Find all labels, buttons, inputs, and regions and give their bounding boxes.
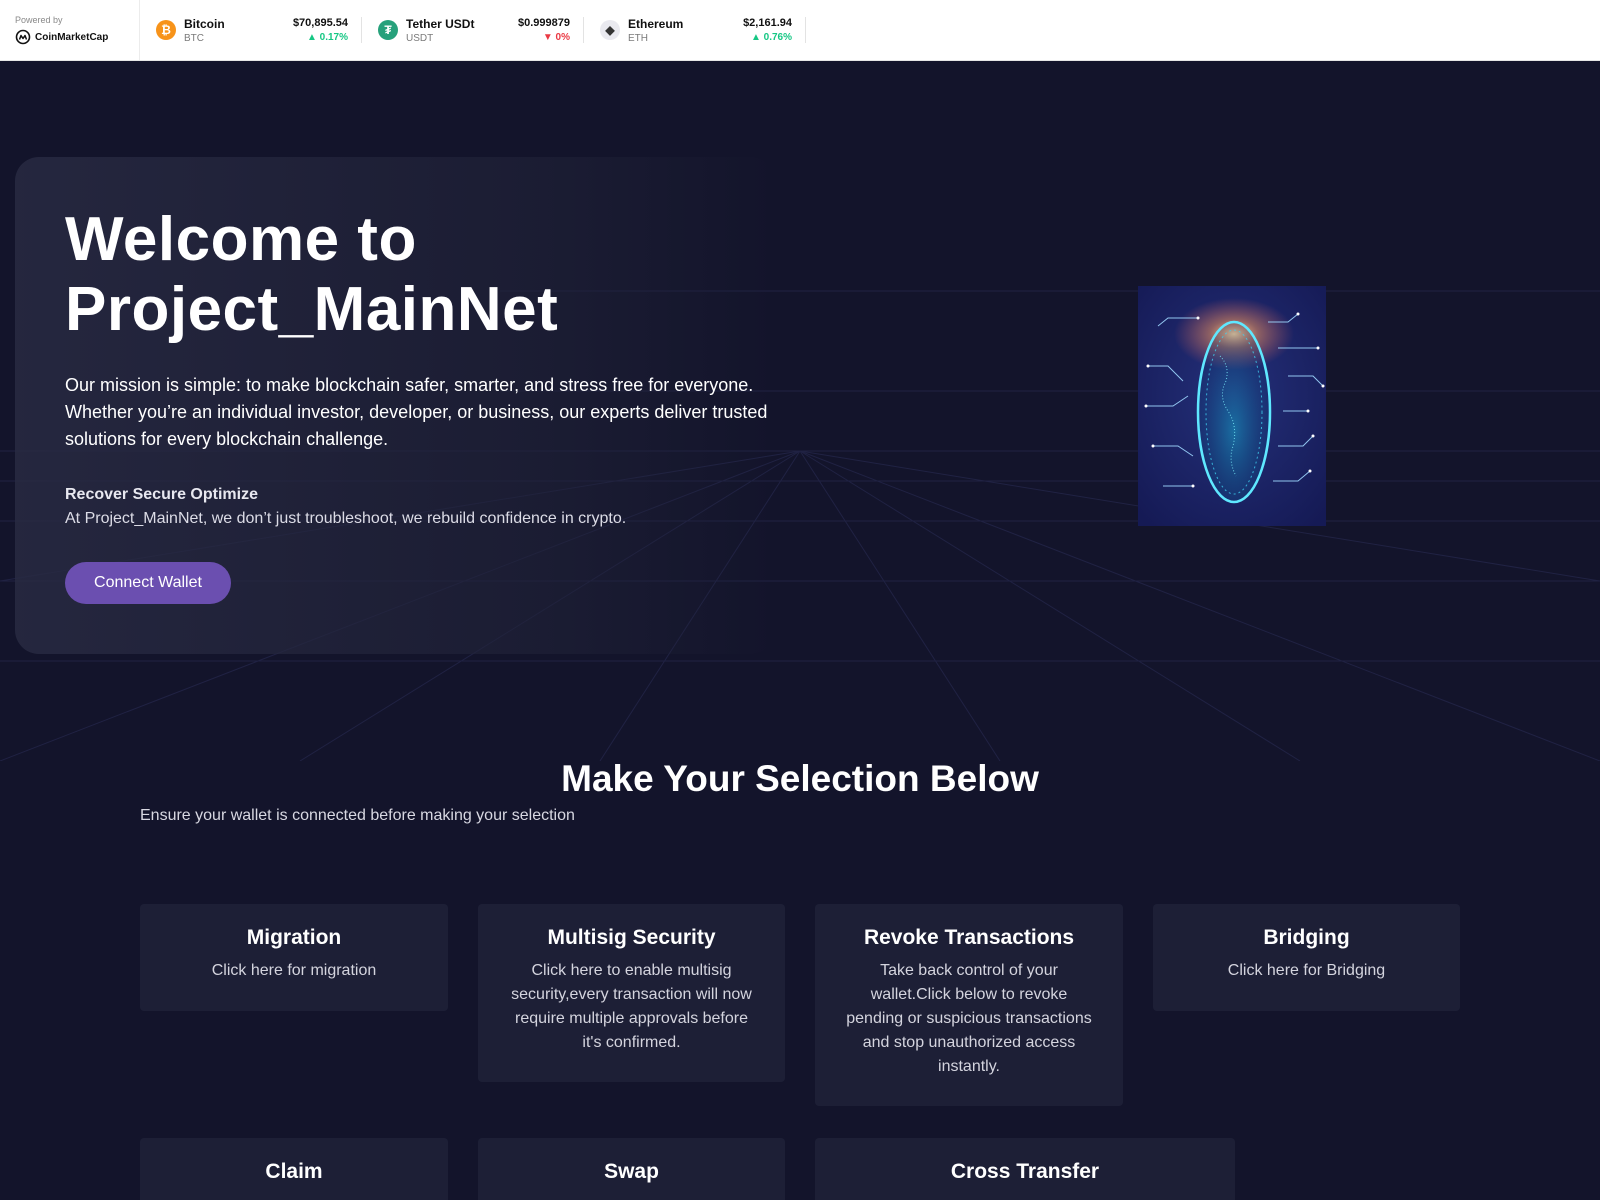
arrow-up-icon: ▲ <box>750 32 761 43</box>
coin-price: $0.999879 <box>518 17 570 29</box>
coin-change: ▲ 0.17% <box>307 32 348 43</box>
card-claim[interactable]: Claim <box>140 1138 448 1200</box>
card-title: Migration <box>246 926 342 949</box>
coin-price: $2,161.94 <box>743 17 792 29</box>
card-bridging[interactable]: Bridging Click here for Bridging <box>1153 904 1460 1011</box>
connect-wallet-button[interactable]: Connect Wallet <box>65 562 231 604</box>
coin-name: Ethereum <box>628 16 684 31</box>
coin-symbol: BTC <box>184 32 204 44</box>
hero-title-line1: Welcome to <box>65 205 417 274</box>
hero-tagline: Recover Secure Optimize <box>65 486 258 503</box>
ticker-coin-ethereum[interactable]: ◆ Ethereum ETH $2,161.94 ▲ 0.76% <box>584 0 806 60</box>
coin-change: ▲ 0.76% <box>751 32 792 43</box>
coin-symbol: ETH <box>628 32 648 44</box>
card-description: Take back control of your wallet.Click b… <box>846 962 1092 1075</box>
selection-subtitle: Ensure your wallet is connected before m… <box>140 807 575 824</box>
selection-title: Make Your Selection Below <box>561 758 1039 799</box>
card-title: Multisig Security <box>547 926 716 949</box>
card-title: Claim <box>265 1160 323 1183</box>
coin-name: Tether USDt <box>406 16 475 31</box>
card-multisig-security[interactable]: Multisig Security Click here to enable m… <box>478 904 785 1082</box>
powered-by-block[interactable]: Powered by CoinMarketCap <box>0 0 140 60</box>
card-description: Click here for migration <box>211 962 377 979</box>
coin-symbol: USDT <box>406 32 434 44</box>
bitcoin-icon: ₿ <box>156 20 176 40</box>
coinmarketcap-icon <box>15 29 31 45</box>
card-title: Cross Transfer <box>950 1160 1100 1183</box>
coin-change: ▼ 0% <box>543 32 570 43</box>
card-title: Revoke Transactions <box>863 926 1075 949</box>
ethereum-icon: ◆ <box>600 20 620 40</box>
coin-name: Bitcoin <box>184 16 225 31</box>
card-description: Click here for Bridging <box>1227 962 1386 979</box>
hero-description: Our mission is simple: to make blockchai… <box>65 375 768 449</box>
tether-icon: ₮ <box>378 20 398 40</box>
ticker-coin-bitcoin[interactable]: ₿ Bitcoin BTC $70,895.54 ▲ 0.17% <box>140 0 362 60</box>
coinmarketcap-logo: CoinMarketCap <box>15 29 139 45</box>
card-title: Swap <box>604 1160 659 1183</box>
arrow-down-icon: ▼ <box>542 32 553 43</box>
brand-name: CoinMarketCap <box>35 31 109 43</box>
hero-tagline-text: At Project_MainNet, we don’t just troubl… <box>65 510 627 527</box>
coin-change-value: 0.17% <box>319 32 348 43</box>
card-description: Click here to enable multisig security,e… <box>511 962 752 1051</box>
coin-price: $70,895.54 <box>292 17 348 29</box>
ticker-coin-tether[interactable]: ₮ Tether USDt USDT $0.999879 ▼ 0% <box>362 0 584 60</box>
card-revoke-transactions[interactable]: Revoke Transactions Take back control of… <box>815 904 1123 1106</box>
globe-illustration <box>1138 286 1326 526</box>
powered-by-label: Powered by <box>15 15 63 25</box>
card-swap[interactable]: Swap <box>478 1138 785 1200</box>
arrow-up-icon: ▲ <box>306 32 317 43</box>
coin-change-value: 0% <box>555 32 570 43</box>
card-title: Bridging <box>1263 926 1350 949</box>
card-migration[interactable]: Migration Click here for migration <box>140 904 448 1011</box>
price-ticker: Powered by CoinMarketCap ₿ Bitcoin BTC $… <box>0 0 1600 61</box>
hero-title: Welcome to Project_MainNet <box>65 205 765 345</box>
hero-title-line2: Project_MainNet <box>65 275 559 344</box>
card-cross-transfer[interactable]: Cross Transfer <box>815 1138 1235 1200</box>
coin-change-value: 0.76% <box>763 32 792 43</box>
